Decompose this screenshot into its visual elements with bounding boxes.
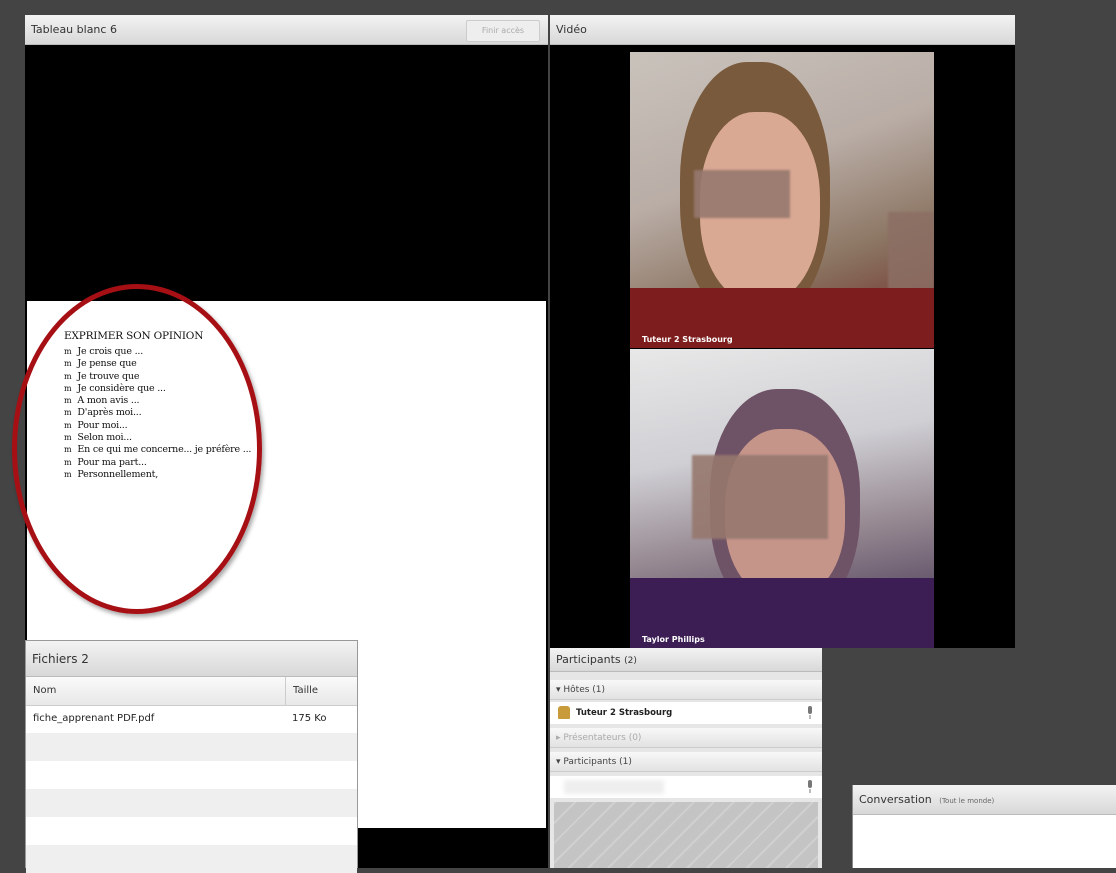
column-size[interactable]: Taille (285, 677, 318, 705)
whiteboard-header: Tableau blanc 6 Finir accès (25, 15, 548, 45)
section-participants[interactable]: ▾ Participants (1) (550, 752, 822, 772)
participants-header: Participants (2) (550, 648, 822, 672)
stop-access-button[interactable]: Finir accès (466, 20, 540, 42)
section-presenters[interactable]: ▸ Présentateurs (0) (550, 728, 822, 748)
conversation-title: Conversation (859, 793, 932, 806)
file-row[interactable]: fiche_apprenant PDF.pdf 175 Ko (26, 705, 357, 733)
file-size: 175 Ko (292, 713, 327, 724)
participants-title: Participants (556, 653, 621, 666)
column-name[interactable]: Nom (33, 677, 56, 705)
participants-count: (2) (624, 656, 637, 666)
participant-name: Tuteur 2 Strasbourg (576, 708, 673, 718)
conversation-scope[interactable]: (Tout le monde) (939, 797, 994, 805)
empty-row (26, 789, 357, 817)
empty-row (26, 733, 357, 761)
section-hosts[interactable]: ▾ Hôtes (1) (550, 680, 822, 700)
files-pod: Fichiers 2 Nom Taille fiche_apprenant PD… (25, 640, 358, 873)
highlight-circle (12, 284, 262, 614)
participant-row[interactable]: Tuteur 2 Strasbourg (550, 702, 822, 724)
files-column-header: Nom Taille (26, 677, 357, 706)
blurred-region (694, 170, 790, 218)
files-header: Fichiers 2 (26, 641, 357, 677)
files-title: Fichiers 2 (32, 652, 89, 666)
video-pod: Vidéo Tuteur 2 Strasbourg Taylor Phillip… (550, 15, 1015, 648)
section-label: Participants (1) (563, 757, 632, 767)
section-label: Présentateurs (0) (563, 733, 642, 743)
feed-label: Taylor Phillips (642, 635, 705, 644)
section-label: Hôtes (1) (563, 685, 606, 695)
feed-label: Tuteur 2 Strasbourg (642, 335, 733, 344)
blurred-region (692, 455, 828, 539)
video-header: Vidéo (550, 15, 1015, 45)
participants-pod: Participants (2) ▾ Hôtes (1) Tuteur 2 St… (550, 648, 822, 868)
file-name: fiche_apprenant PDF.pdf (33, 713, 155, 724)
conversation-header: Conversation (Tout le monde) (853, 785, 1116, 815)
participant-list-background (554, 802, 818, 868)
video-feed-tutor[interactable]: Tuteur 2 Strasbourg (630, 52, 934, 348)
microphone-icon (808, 780, 812, 793)
video-feed-student[interactable]: Taylor Phillips (630, 349, 934, 648)
video-title: Vidéo (556, 23, 587, 36)
host-avatar-icon (558, 706, 570, 719)
empty-row (26, 845, 357, 873)
participant-row[interactable] (550, 776, 822, 798)
conversation-pod: Conversation (Tout le monde) (852, 785, 1116, 868)
blurred-participant-name (564, 780, 664, 794)
microphone-icon (808, 706, 812, 719)
whiteboard-title: Tableau blanc 6 (31, 23, 117, 36)
